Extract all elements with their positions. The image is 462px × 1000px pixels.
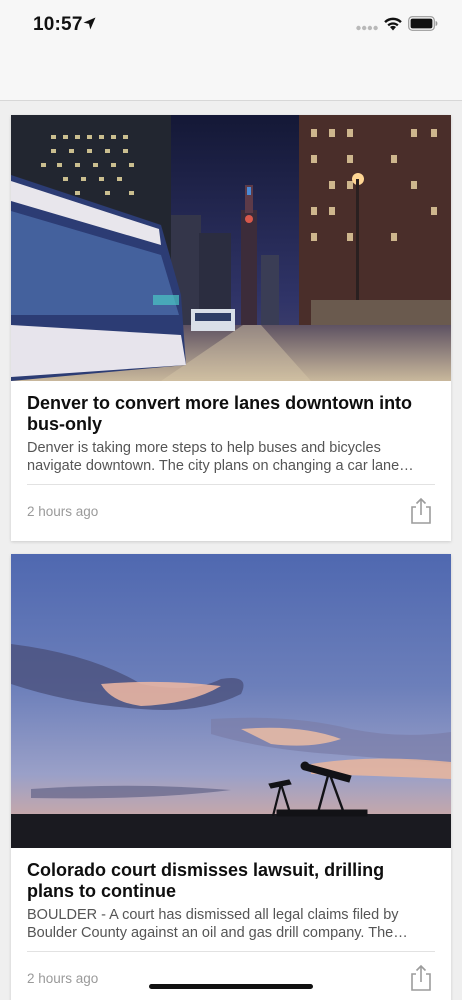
- card-divider: [27, 484, 435, 485]
- status-bar: 10:57: [0, 0, 462, 50]
- article-title[interactable]: Denver to convert more lanes downtown in…: [27, 393, 427, 435]
- article-timestamp: 2 hours ago: [27, 971, 99, 986]
- article-summary: BOULDER - A court has dismissed all lega…: [27, 907, 408, 941]
- location-arrow-icon: [83, 17, 96, 30]
- navigation-bar: [0, 50, 462, 101]
- article-feed[interactable]: Denver to convert more lanes downtown in…: [0, 101, 462, 1000]
- battery-icon: [408, 16, 438, 31]
- article-title[interactable]: Colorado court dismisses lawsuit, drilli…: [27, 860, 427, 902]
- share-button[interactable]: [407, 495, 435, 527]
- article-image-downtown-street[interactable]: [11, 115, 451, 381]
- share-icon: [411, 497, 431, 524]
- article-summary: Denver is taking more steps to help buse…: [27, 440, 414, 474]
- article-image-oil-pumpjacks[interactable]: [11, 554, 451, 848]
- article-card[interactable]: Colorado court dismisses lawsuit, drilli…: [11, 554, 451, 1000]
- home-indicator[interactable]: [149, 984, 313, 989]
- share-icon: [411, 964, 431, 991]
- signal-dots-icon: [356, 25, 378, 31]
- article-timestamp: 2 hours ago: [27, 504, 99, 519]
- wifi-icon: [384, 17, 402, 31]
- card-divider: [27, 951, 435, 952]
- article-card[interactable]: Denver to convert more lanes downtown in…: [11, 115, 451, 541]
- status-time: 10:57: [33, 14, 83, 35]
- share-button[interactable]: [407, 962, 435, 994]
